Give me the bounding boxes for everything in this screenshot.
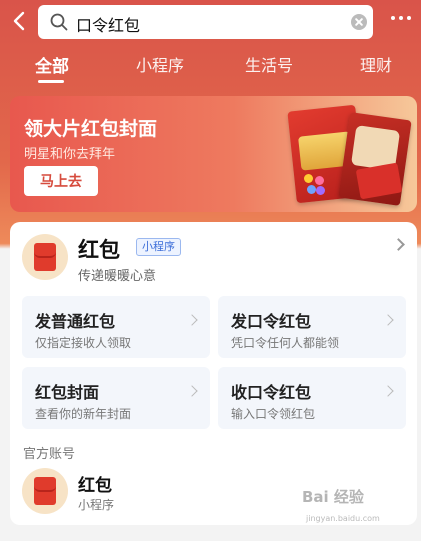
banner-go-button[interactable]: 马上去 bbox=[24, 166, 98, 196]
back-icon bbox=[13, 11, 25, 31]
account-name: 红包 bbox=[78, 476, 112, 496]
red-envelope-icon bbox=[34, 243, 56, 271]
banner-title: 领大片红包封面 bbox=[24, 118, 158, 140]
app-description: 传递暖暖心意 bbox=[78, 269, 157, 284]
baidu-watermark: Bai 经验 bbox=[302, 488, 364, 506]
clear-icon[interactable] bbox=[351, 14, 367, 30]
baidu-watermark-url: jingyan.baidu.com bbox=[306, 514, 380, 523]
action-subtitle: 凭口令任何人都能领 bbox=[231, 336, 340, 350]
action-title: 发口令红包 bbox=[231, 312, 312, 331]
receive-password-packet-button[interactable]: 收口令红包 输入口令领红包 bbox=[218, 367, 406, 429]
tab-active-indicator bbox=[38, 80, 64, 83]
mini-program-row[interactable]: 红包 小程序 传递暖暖心意 bbox=[10, 222, 417, 286]
official-account-label: 官方账号 bbox=[23, 447, 76, 462]
action-title: 红包封面 bbox=[35, 383, 100, 402]
action-subtitle: 输入口令领红包 bbox=[231, 407, 316, 421]
mini-program-badge: 小程序 bbox=[136, 238, 181, 256]
red-envelope-icon bbox=[34, 477, 56, 505]
tab-bar: 全部 小程序 生活号 理财 bbox=[0, 52, 421, 86]
tab-finance[interactable]: 理财 bbox=[360, 52, 392, 76]
banner-subtitle: 明星和你去拜年 bbox=[24, 147, 116, 162]
chevron-right-icon bbox=[382, 385, 394, 397]
chevron-right-icon bbox=[186, 385, 198, 397]
chevron-right-icon bbox=[392, 238, 405, 251]
packet-cover-button[interactable]: 红包封面 查看你的新年封面 bbox=[22, 367, 210, 429]
promo-banner[interactable]: 领大片红包封面 明星和你去拜年 马上去 bbox=[10, 96, 417, 212]
action-subtitle: 查看你的新年封面 bbox=[35, 407, 132, 421]
search-bar[interactable]: 口令红包 bbox=[38, 5, 373, 39]
top-bar: 口令红包 bbox=[0, 0, 421, 44]
search-icon bbox=[50, 13, 68, 31]
result-card: 红包 小程序 传递暖暖心意 发普通红包 仅指定接收人领取 发口令红包 凭口令任何… bbox=[10, 222, 417, 525]
red-packet-account-icon bbox=[22, 468, 68, 514]
send-password-packet-button[interactable]: 发口令红包 凭口令任何人都能领 bbox=[218, 296, 406, 358]
app-name: 红包 bbox=[78, 238, 120, 262]
search-input[interactable]: 口令红包 bbox=[76, 12, 140, 36]
chevron-right-icon bbox=[382, 314, 394, 326]
action-title: 收口令红包 bbox=[231, 383, 312, 402]
red-packet-app-icon bbox=[22, 234, 68, 280]
action-title: 发普通红包 bbox=[35, 312, 116, 331]
back-button[interactable] bbox=[8, 8, 30, 34]
action-subtitle: 仅指定接收人领取 bbox=[35, 336, 132, 350]
tab-life-account[interactable]: 生活号 bbox=[245, 52, 293, 76]
tab-mini-program[interactable]: 小程序 bbox=[136, 52, 184, 76]
tab-all[interactable]: 全部 bbox=[35, 52, 69, 77]
chevron-right-icon bbox=[186, 314, 198, 326]
colorful-dots-decoration bbox=[304, 174, 326, 196]
more-icon[interactable] bbox=[391, 16, 411, 20]
send-normal-packet-button[interactable]: 发普通红包 仅指定接收人领取 bbox=[22, 296, 210, 358]
account-type: 小程序 bbox=[78, 498, 115, 512]
